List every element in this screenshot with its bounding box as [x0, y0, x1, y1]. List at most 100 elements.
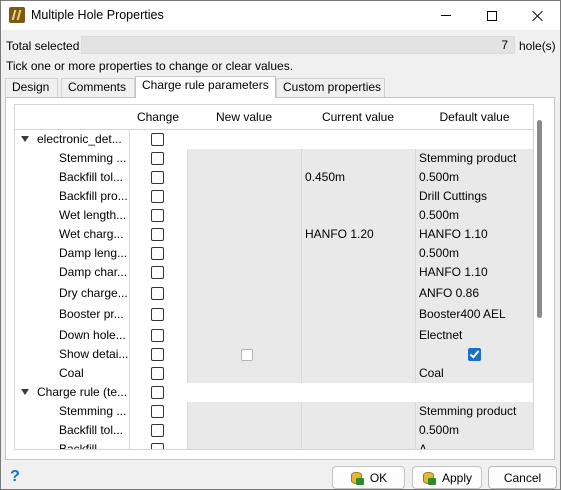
- default-value: Stemming product: [419, 151, 517, 165]
- default-value: Coal: [419, 366, 444, 380]
- close-button[interactable]: [515, 1, 561, 30]
- tab-panel: Change New value Current value Default v…: [5, 97, 555, 460]
- current-value: [305, 305, 415, 324]
- maximize-button[interactable]: [469, 1, 515, 30]
- table-row: Backfill tol... 0.500m: [15, 421, 533, 440]
- tab-charge-rule-parameters[interactable]: Charge rule parameters: [135, 76, 276, 98]
- change-checkbox[interactable]: [151, 228, 164, 241]
- default-value: 0.500m: [419, 208, 460, 222]
- change-checkbox[interactable]: [151, 287, 164, 300]
- property-name: Backfill...: [59, 442, 108, 450]
- change-checkbox[interactable]: [151, 247, 164, 260]
- cancel-button[interactable]: Cancel: [488, 466, 557, 489]
- change-checkbox[interactable]: [151, 171, 164, 184]
- property-name: Backfill tol...: [59, 423, 124, 437]
- tab-comments[interactable]: Comments: [61, 78, 135, 97]
- close-icon: [532, 10, 544, 22]
- current-value: [305, 402, 415, 421]
- table-row: Backfill tol... 0.450m 0.500m: [15, 168, 533, 187]
- default-value-checkbox: [468, 348, 481, 361]
- header-default-value[interactable]: Default value: [415, 105, 533, 130]
- apply-button[interactable]: Apply: [412, 466, 482, 489]
- default-value: 0.500m: [419, 246, 460, 260]
- ok-button[interactable]: OK: [332, 466, 405, 489]
- group-row[interactable]: Charge rule (te...: [15, 383, 533, 402]
- total-selected-unit: hole(s): [519, 39, 556, 53]
- change-checkbox[interactable]: [151, 443, 164, 449]
- total-selected-value: 7: [81, 36, 515, 54]
- default-value: A...: [419, 442, 438, 450]
- table-row: Dry charge... ANFO 0.86: [15, 284, 533, 303]
- expand-arrow-icon[interactable]: [21, 136, 29, 142]
- default-value: 0.500m: [419, 423, 460, 437]
- group-row-bg: [187, 130, 533, 149]
- current-value: [305, 421, 415, 440]
- apply-button-label: Apply: [441, 470, 473, 485]
- cancel-button-label: Cancel: [503, 470, 542, 485]
- change-checkbox[interactable]: [151, 152, 164, 165]
- property-name: Booster pr...: [59, 307, 124, 321]
- current-value: HANFO 1.20: [305, 227, 374, 241]
- change-checkbox[interactable]: [151, 405, 164, 418]
- property-name: Backfill tol...: [59, 170, 124, 184]
- current-value: [305, 440, 415, 449]
- property-name: Backfill pro...: [59, 189, 128, 203]
- change-checkbox[interactable]: [151, 424, 164, 437]
- default-value: HANFO 1.10: [419, 265, 488, 279]
- tab-design[interactable]: Design: [5, 78, 58, 97]
- group-row[interactable]: electronic_det...: [15, 130, 533, 149]
- current-value: [305, 244, 415, 263]
- header-change[interactable]: Change: [129, 105, 188, 130]
- total-selected-label: Total selected: [6, 39, 80, 53]
- current-value: [305, 149, 415, 168]
- vertical-scrollbar[interactable]: [537, 120, 542, 318]
- ok-button-label: OK: [369, 470, 388, 485]
- change-checkbox[interactable]: [151, 348, 164, 361]
- change-checkbox[interactable]: [151, 386, 164, 399]
- app-icon: [9, 7, 25, 23]
- change-checkbox[interactable]: [151, 329, 164, 342]
- change-checkbox[interactable]: [151, 190, 164, 203]
- default-value: Stemming product: [419, 404, 517, 418]
- table-row: Show detai...: [15, 345, 533, 364]
- change-checkbox[interactable]: [151, 209, 164, 222]
- default-value: 0.500m: [419, 170, 460, 184]
- current-value: [305, 364, 415, 383]
- change-checkbox[interactable]: [151, 367, 164, 380]
- property-name: Stemming ...: [59, 151, 127, 165]
- database-icon: [350, 471, 364, 485]
- minimize-button[interactable]: [423, 1, 469, 30]
- property-name: Wet length...: [59, 208, 127, 222]
- table-row: Down hole... Electnet: [15, 326, 533, 345]
- group-name: electronic_det...: [37, 132, 122, 146]
- change-checkbox[interactable]: [151, 133, 164, 146]
- header-new-value[interactable]: New value: [187, 105, 302, 130]
- new-value-checkbox[interactable]: [241, 349, 253, 361]
- group-row-bg: [187, 383, 533, 402]
- table-row: Backfill... A...: [15, 440, 533, 450]
- property-name: Down hole...: [59, 328, 126, 342]
- header-name: [15, 105, 130, 130]
- table-row: Stemming ... Stemming product: [15, 149, 533, 168]
- header-current-value[interactable]: Current value: [301, 105, 416, 130]
- title-bar: Multiple Hole Properties: [1, 1, 560, 30]
- current-value: [305, 263, 415, 282]
- change-checkbox[interactable]: [151, 266, 164, 279]
- table-row: Stemming ... Stemming product: [15, 402, 533, 421]
- property-name: Coal: [59, 366, 84, 380]
- default-value: Electnet: [419, 328, 463, 342]
- tab-custom-properties[interactable]: Custom properties: [276, 78, 385, 97]
- group-name: Charge rule (te...: [37, 385, 128, 399]
- property-name: Show detai...: [59, 347, 129, 361]
- change-checkbox[interactable]: [151, 308, 164, 321]
- minimize-icon: [441, 15, 451, 16]
- default-value: ANFO 0.86: [419, 286, 480, 300]
- table-row: Booster pr... Booster400 AEL: [15, 305, 533, 324]
- current-value: [305, 326, 415, 345]
- expand-arrow-icon[interactable]: [21, 389, 29, 395]
- database-icon: [422, 471, 436, 485]
- default-value: Booster400 AEL: [419, 307, 506, 321]
- table-row: Damp leng... 0.500m: [15, 244, 533, 263]
- help-icon[interactable]: ?: [7, 469, 23, 485]
- table-row: Wet length... 0.500m: [15, 206, 533, 225]
